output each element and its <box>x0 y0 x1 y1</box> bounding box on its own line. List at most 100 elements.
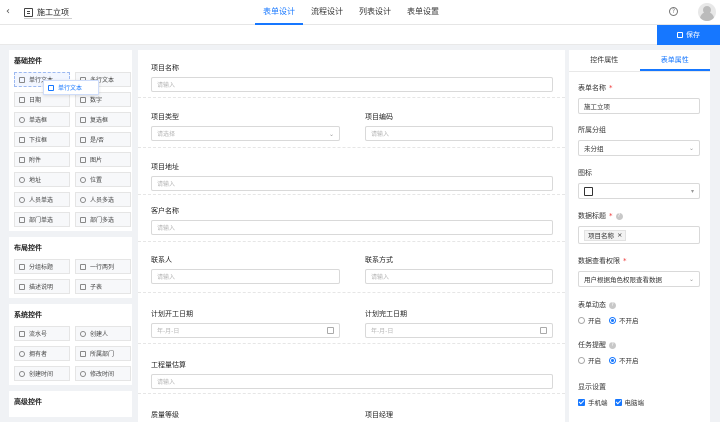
control-creator[interactable]: 创建人 <box>75 326 131 341</box>
field-input[interactable]: 请输入 <box>151 176 553 191</box>
form-row: 客户名称 请输入 <box>138 195 565 242</box>
control-image[interactable]: 图片 <box>75 152 131 167</box>
radio-disable[interactable]: 不开启 <box>609 315 639 325</box>
control-select[interactable]: 下拉框 <box>14 132 70 147</box>
field-project-manager[interactable]: 项目经理 <box>365 410 553 420</box>
calendar-icon <box>19 96 25 103</box>
field-input[interactable]: 请输入 <box>151 269 340 284</box>
question-icon[interactable]: ? <box>609 341 616 349</box>
field-contact[interactable]: 联系人 请输入 <box>151 255 340 284</box>
location-icon <box>80 176 86 183</box>
field-date[interactable]: 年-月-日 <box>365 323 553 338</box>
control-subtable[interactable]: 子表 <box>75 279 131 294</box>
radio-enable[interactable]: 开启 <box>578 355 601 365</box>
permission-select[interactable]: 用户根据角色权限查看数据 ⌄ <box>578 271 700 287</box>
palette-section-basic: 基础控件 单行文本 多行文本 日期 数字 单选框 复选框 下拉框 是/否 附件 … <box>9 50 132 231</box>
radio-circle <box>578 316 585 324</box>
dropdown-icon <box>19 136 25 143</box>
control-radio[interactable]: 单选框 <box>14 112 70 127</box>
field-date[interactable]: 年-月-日 <box>151 323 340 338</box>
field-input[interactable]: 请输入 <box>365 126 553 141</box>
radio-enable[interactable]: 开启 <box>578 315 601 325</box>
paperclip-icon <box>19 156 25 163</box>
radio-circle <box>578 356 585 364</box>
form-icon <box>24 8 33 17</box>
control-attachment[interactable]: 附件 <box>14 152 70 167</box>
properties-panel: 控件属性 表单属性 表单名称 * 施工立项 所属分组 未分组 ⌄ 图标 ▾ 数据标题… <box>569 50 710 422</box>
tab-form-settings[interactable]: 表单设置 <box>399 0 447 25</box>
field-input[interactable]: 请输入 <box>151 220 553 235</box>
field-plan-end[interactable]: 计划完工日期 年-月-日 <box>365 309 553 338</box>
chevron-down-icon: ⌄ <box>688 145 694 152</box>
prop-form-dynamic: 表单动态? 开启 不开启 <box>578 300 639 325</box>
required-mark: * <box>623 257 627 265</box>
field-label: 项目地址 <box>151 163 179 171</box>
radio-disable[interactable]: 不开启 <box>609 355 639 365</box>
group-select[interactable]: 未分组 ⌄ <box>578 140 700 156</box>
field-project-code[interactable]: 项目编码 请输入 <box>365 112 553 141</box>
prop-view-permission: 数据查看权限 * 用户根据角色权限查看数据 ⌄ <box>578 256 700 287</box>
close-icon[interactable]: × <box>617 231 622 239</box>
control-dept[interactable]: 所属部门 <box>75 346 131 361</box>
icon-select[interactable]: ▾ <box>578 183 700 199</box>
field-quality-level[interactable]: 质量等级 <box>151 410 340 420</box>
field-project-address[interactable]: 项目地址 请输入 <box>151 162 553 191</box>
checkbox-mobile[interactable]: 手机端 <box>578 397 608 407</box>
palette-section-layout: 布局控件 分组标题 一行两列 描述说明 子表 <box>9 237 132 298</box>
department-icon <box>80 350 86 357</box>
control-serial[interactable]: 流水号 <box>14 326 70 341</box>
required-mark: * <box>609 212 613 220</box>
field-input[interactable]: 请输入 <box>151 77 553 92</box>
tab-list-design[interactable]: 列表设计 <box>351 0 399 25</box>
question-icon[interactable]: ? <box>609 301 616 309</box>
owner-icon <box>19 350 25 357</box>
form-row: 质量等级 项目经理 <box>138 394 565 422</box>
prop-label: 表单名称 <box>578 84 606 92</box>
field-project-type[interactable]: 项目类型 请选择 ⌄ <box>151 112 340 141</box>
help-circle-icon[interactable]: ? <box>669 7 678 16</box>
clock-icon <box>80 370 86 377</box>
field-input[interactable]: 请输入 <box>365 269 553 284</box>
checkbox-icon <box>80 116 86 123</box>
tab-form-design[interactable]: 表单设计 <box>255 0 303 25</box>
control-group-title[interactable]: 分组标题 <box>14 259 70 274</box>
control-checkbox[interactable]: 复选框 <box>75 112 131 127</box>
field-contact-method[interactable]: 联系方式 请输入 <box>365 255 553 284</box>
tab-flow-design[interactable]: 流程设计 <box>303 0 351 25</box>
control-user-single[interactable]: 人员单选 <box>14 192 70 207</box>
tab-form-properties[interactable]: 表单属性 <box>639 50 710 71</box>
drag-ghost[interactable]: 单行文本 <box>43 80 99 95</box>
field-project-name[interactable]: 项目名称 请输入 <box>151 63 553 92</box>
control-palette: 基础控件 单行文本 多行文本 日期 数字 单选框 复选框 下拉框 是/否 附件 … <box>9 50 132 422</box>
field-label: 工程量估算 <box>151 361 186 369</box>
form-name-input[interactable]: 施工立项 <box>578 98 700 114</box>
control-address[interactable]: 地址 <box>14 172 70 187</box>
field-quantity-estimate[interactable]: 工程量估算 请输入 <box>151 360 553 389</box>
save-button[interactable]: 保存 <box>657 25 720 45</box>
data-title-input[interactable]: 项目名称 × <box>578 226 700 244</box>
field-input[interactable]: 请输入 <box>151 374 553 389</box>
checkbox-desktop[interactable]: 电脑端 <box>614 397 644 407</box>
control-dept-multi[interactable]: 部门多选 <box>75 212 131 227</box>
field-select[interactable]: 请选择 ⌄ <box>151 126 340 141</box>
prop-label: 显示设置 <box>578 383 606 391</box>
form-row: 项目类型 请选择 ⌄ 项目编码 请输入 <box>138 98 565 148</box>
question-icon[interactable]: ? <box>615 212 623 220</box>
description-icon <box>19 283 25 290</box>
avatar[interactable] <box>698 3 716 21</box>
field-customer-name[interactable]: 客户名称 请输入 <box>151 206 553 235</box>
control-description[interactable]: 描述说明 <box>14 279 70 294</box>
control-dept-single[interactable]: 部门单选 <box>14 212 70 227</box>
control-user-multi[interactable]: 人员多选 <box>75 192 131 207</box>
tab-control-properties[interactable]: 控件属性 <box>569 50 640 71</box>
control-yes-no[interactable]: 是/否 <box>75 132 131 147</box>
chevron-left-icon[interactable]: ‹ <box>6 7 14 18</box>
field-plan-start[interactable]: 计划开工日期 年-月-日 <box>151 309 340 338</box>
control-location[interactable]: 位置 <box>75 172 131 187</box>
control-created-time[interactable]: 创建时间 <box>14 366 70 381</box>
control-owner[interactable]: 拥有者 <box>14 346 70 361</box>
section-title: 高级控件 <box>14 398 42 406</box>
field-label: 项目编码 <box>365 113 393 121</box>
control-modified-time[interactable]: 修改时间 <box>75 366 131 381</box>
control-two-columns[interactable]: 一行两列 <box>75 259 131 274</box>
